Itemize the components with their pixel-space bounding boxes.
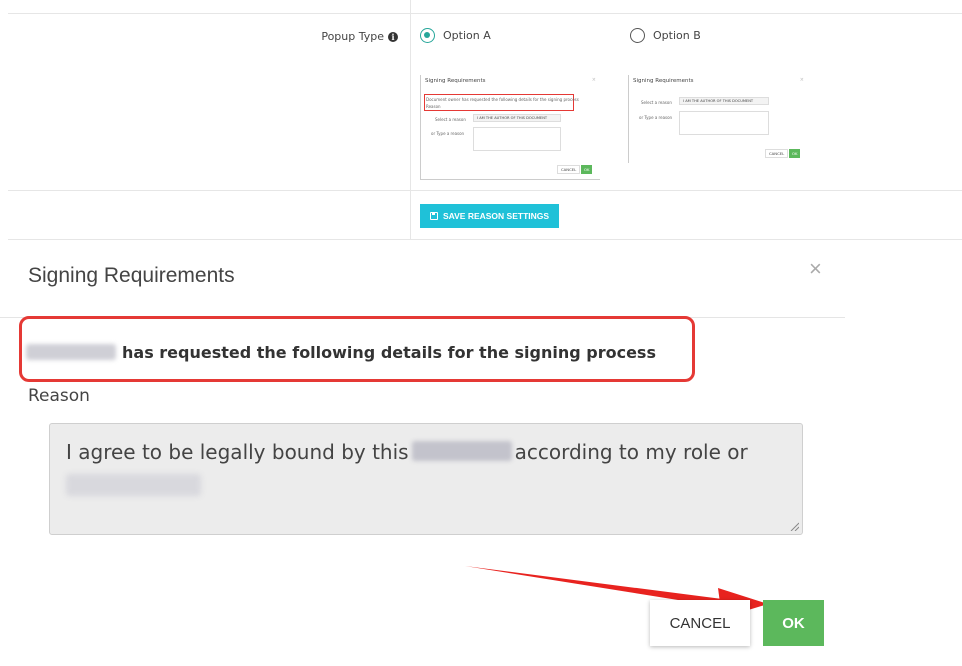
preview-select: I AM THE AUTHOR OF THIS DOCUMENT	[473, 114, 561, 122]
redacted-owner-name	[26, 344, 116, 360]
ok-button[interactable]: OK	[763, 600, 824, 646]
save-button-label: SAVE REASON SETTINGS	[442, 211, 550, 221]
save-reason-settings-button[interactable]: SAVE REASON SETTINGS	[420, 204, 559, 228]
radio-checked-icon[interactable]	[420, 28, 435, 43]
preview-textarea	[679, 111, 769, 135]
option-a-label: Option A	[443, 29, 491, 42]
preview-type-label: or Type a reason	[639, 115, 673, 120]
info-icon[interactable]: i	[388, 31, 398, 42]
column-divider	[410, 0, 411, 240]
option-b-label: Option B	[653, 29, 701, 42]
reason-text-part-1: I agree to be legally bound by this	[66, 440, 409, 464]
close-icon[interactable]: ×	[809, 256, 822, 282]
redacted-text	[411, 441, 512, 461]
preview-textarea	[473, 127, 561, 151]
option-a-radio[interactable]: Option A	[420, 28, 491, 43]
reason-label: Reason	[28, 386, 90, 406]
preview-ok: OK	[789, 149, 801, 158]
preview-select-label: Select a reason	[435, 117, 466, 122]
preview-cancel: CANCEL	[557, 165, 581, 174]
request-message: has requested the following details for …	[122, 343, 656, 362]
preview-ok: OK	[581, 165, 593, 174]
divider	[8, 239, 962, 240]
dialog-title: Signing Requirements	[28, 264, 235, 287]
redacted-text	[66, 474, 201, 496]
preview-type-label: or Type a reason	[431, 131, 465, 136]
cancel-button[interactable]: CANCEL	[650, 600, 750, 646]
option-b-preview: Signing Requirements × Select a reason I…	[628, 75, 808, 163]
resize-grip-icon[interactable]	[789, 521, 799, 531]
option-b-radio[interactable]: Option B	[630, 28, 701, 43]
preview-select-label: Select a reason	[641, 100, 672, 105]
reason-settings-panel: Popup Type i Option A Option B Signing R…	[8, 0, 962, 240]
preview-message: Document owner has requested the followi…	[426, 97, 579, 102]
divider	[8, 13, 962, 14]
radio-unchecked-icon[interactable]	[630, 28, 645, 43]
popup-type-text: Popup Type	[321, 30, 384, 43]
close-icon: ×	[591, 77, 596, 83]
reason-textarea[interactable]: I agree to be legally bound by this accor…	[49, 423, 803, 535]
preview-reason-label: Reason	[426, 104, 441, 109]
close-icon: ×	[799, 77, 804, 83]
divider	[8, 190, 962, 191]
option-a-preview: Signing Requirements × Document owner ha…	[420, 75, 600, 180]
floppy-disk-icon	[429, 212, 438, 220]
preview-title: Signing Requirements	[633, 78, 694, 84]
preview-cancel: CANCEL	[765, 149, 789, 158]
popup-type-label: Popup Type i	[321, 30, 398, 43]
preview-select: I AM THE AUTHOR OF THIS DOCUMENT	[679, 97, 769, 105]
preview-title: Signing Requirements	[425, 78, 486, 84]
reason-text-part-2: according to my role or	[514, 440, 748, 464]
